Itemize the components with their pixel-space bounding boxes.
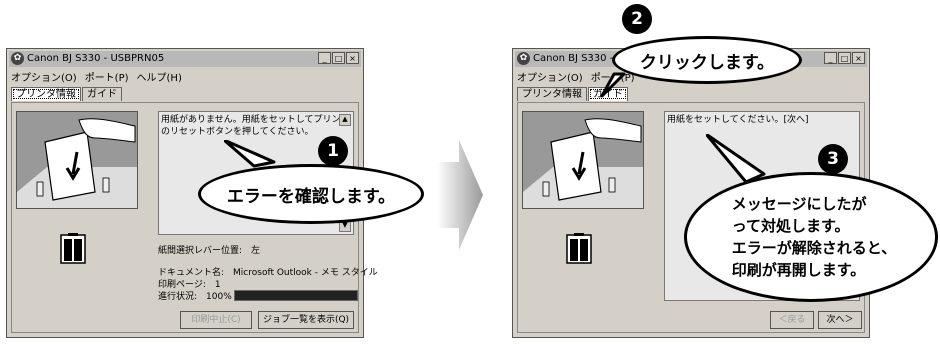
cancel-printing-button[interactable]: 印刷中止(C) [180,311,252,329]
step-number-3-badge: 3 [818,144,848,174]
paper-loading-illustration [16,111,138,209]
callout-3-line-4: 印刷が再開します。 [731,261,866,279]
ink-cartridge-icon [566,233,592,265]
next-step-arrow-icon [437,140,483,250]
canon-app-icon: ✿ [11,52,24,65]
maximize-button[interactable]: □ [838,52,851,64]
minimize-button[interactable]: _ [318,52,331,64]
menu-help[interactable]: ヘルプ(H) [137,69,182,84]
step-number-2-badge: 2 [622,4,652,34]
tab-guide[interactable]: ガイド [82,87,122,101]
tab-printer-info[interactable]: プリンタ情報 [517,87,587,101]
callout-check-error: エラーを確認します。 [198,164,424,224]
menu-options[interactable]: オプション(O) [11,69,77,84]
callout-3-line-3: エラーが解除されると、 [731,239,897,257]
paper-lever-position: 紙間選択レバー位置: 左 [158,246,261,256]
callout-3-pointer [706,134,766,184]
callout-click: クリックします。 [612,36,802,84]
minimize-button[interactable]: _ [824,52,837,64]
guide-message: 用紙をセットしてください。[次へ] [667,115,809,125]
tab-strip: プリンタ情報 ガイド [11,87,123,101]
paper-loading-illustration [522,111,644,209]
close-button[interactable]: × [852,52,865,64]
menu-bar: オプション(O) ポート(P) ヘルプ(H) [11,69,182,84]
show-job-list-button[interactable]: ジョブ一覧を表示(Q) [258,311,354,329]
callout-2-text: クリックします。 [639,52,775,73]
menu-options[interactable]: オプション(O) [517,69,583,84]
step-number-1-badge: 1 [318,136,348,166]
ink-cartridge-icon [60,233,86,265]
menu-port[interactable]: ポート(P) [85,69,129,84]
callout-3-line-1: メッセージにしたが [731,195,867,213]
window-title: Canon BJ S330 - USBPRN05 [27,53,165,64]
progress-bar [234,290,358,301]
close-button[interactable]: × [346,52,359,64]
callout-2-pointer [600,72,626,98]
callout-1-pointer [224,140,276,168]
tab-printer-info[interactable]: プリンタ情報 [11,87,81,101]
maximize-button[interactable]: □ [332,52,345,64]
callout-1-text: エラーを確認します。 [226,186,396,207]
canon-app-icon: ✿ [517,52,530,65]
scroll-up-icon[interactable]: ▲ [339,114,351,126]
title-bar: ✿ Canon BJ S330 - USBPRN05 _ □ × [9,51,361,67]
progress-label: 進行状況: 100% [158,292,232,302]
callout-follow-message: メッセージにしたが って対処します。 エラーが解除されると、 印刷が再開します。 [684,172,938,302]
callout-3-line-2: って対処します。 [731,217,850,235]
back-button[interactable]: ＜戻る [770,311,814,329]
status-message: 用紙がありません。用紙をセットしてプリンタのリセットボタンを押してください。 [161,115,350,137]
next-button[interactable]: 次へ＞ [818,311,862,329]
